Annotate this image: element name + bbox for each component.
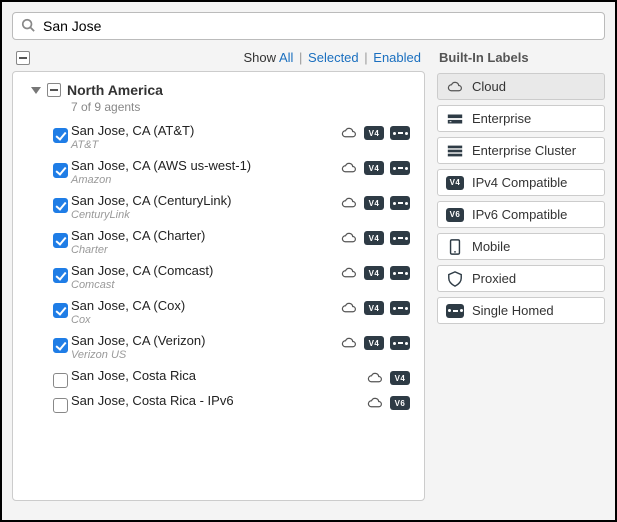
ipv6-icon: V6 [390, 396, 410, 410]
label-text: Enterprise Cluster [472, 143, 576, 158]
agent-icons: V4 [366, 370, 410, 386]
single-homed-icon [390, 336, 410, 350]
list-toolbar: Show All | Selected | Enabled [12, 50, 425, 65]
agent-row[interactable]: San Jose, CA (CenturyLink)CenturyLinkV4 [21, 188, 416, 223]
label-chip-cloud[interactable]: Cloud [437, 73, 605, 100]
single-homed-icon [390, 266, 410, 280]
ipv4-icon: V4 [390, 371, 410, 385]
single-homed-icon [390, 161, 410, 175]
agent-checkbox[interactable] [53, 128, 68, 143]
cloud-icon [340, 230, 358, 246]
agent-checkbox[interactable] [53, 163, 68, 178]
label-chip-cluster[interactable]: Enterprise Cluster [437, 137, 605, 164]
show-label: Show [244, 50, 277, 65]
agent-row[interactable]: San Jose, CA (AT&T)AT&TV4 [21, 118, 416, 153]
cloud-icon [340, 300, 358, 316]
label-text: IPv4 Compatible [472, 175, 567, 190]
agent-name: San Jose, Costa Rica [71, 368, 412, 383]
agent-icons: V6 [366, 395, 410, 411]
agent-row[interactable]: San Jose, Costa Rica - IPv6V6 [21, 388, 416, 413]
sh-icon [446, 304, 464, 318]
search-icon [21, 18, 41, 35]
collapse-all-button[interactable] [16, 51, 30, 65]
agent-row[interactable]: San Jose, CA (Cox)CoxV4 [21, 293, 416, 328]
search-bar[interactable] [12, 12, 605, 40]
label-text: Single Homed [472, 303, 554, 318]
v4-icon: V4 [446, 176, 464, 190]
label-text: Cloud [472, 79, 506, 94]
agent-checkbox[interactable] [53, 373, 68, 388]
agent-list: San Jose, CA (AT&T)AT&TV4San Jose, CA (A… [21, 118, 416, 413]
caret-down-icon[interactable] [31, 87, 41, 94]
label-text: Proxied [472, 271, 516, 286]
label-chip-v4[interactable]: V4 IPv4 Compatible [437, 169, 605, 196]
agent-checkbox[interactable] [53, 398, 68, 413]
single-homed-icon [390, 126, 410, 140]
group-title: North America [67, 82, 163, 98]
show-filters: Show All | Selected | Enabled [244, 50, 421, 65]
label-chip-sh[interactable]: Single Homed [437, 297, 605, 324]
agent-icons: V4 [340, 160, 410, 176]
ipv4-icon: V4 [364, 301, 384, 315]
agent-icons: V4 [340, 230, 410, 246]
ipv4-icon: V4 [364, 196, 384, 210]
agent-row[interactable]: San Jose, CA (AWS us-west-1)AmazonV4 [21, 153, 416, 188]
agent-icons: V4 [340, 195, 410, 211]
label-text: Enterprise [472, 111, 531, 126]
cluster-icon [446, 144, 464, 158]
cloud-icon [340, 195, 358, 211]
v6-icon: V6 [446, 208, 464, 222]
single-homed-icon [390, 231, 410, 245]
label-chip-v6[interactable]: V6 IPv6 Compatible [437, 201, 605, 228]
label-chip-enterprise[interactable]: Enterprise [437, 105, 605, 132]
group-collapse-button[interactable] [47, 83, 61, 97]
filter-selected-link[interactable]: Selected [308, 50, 359, 65]
mobile-icon [446, 239, 464, 255]
label-text: IPv6 Compatible [472, 207, 567, 222]
agent-checkbox[interactable] [53, 268, 68, 283]
cloud-icon [366, 395, 384, 411]
cloud-icon [366, 370, 384, 386]
search-input[interactable] [41, 17, 596, 35]
label-chip-mobile[interactable]: Mobile [437, 233, 605, 260]
agent-row[interactable]: San Jose, CA (Verizon)Verizon USV4 [21, 328, 416, 363]
ipv4-icon: V4 [364, 336, 384, 350]
label-text: Mobile [472, 239, 510, 254]
agent-checkbox[interactable] [53, 338, 68, 353]
cloud-icon [340, 265, 358, 281]
group-subtitle: 7 of 9 agents [71, 100, 416, 114]
agent-checkbox[interactable] [53, 233, 68, 248]
agent-name: San Jose, Costa Rica - IPv6 [71, 393, 412, 408]
agent-icons: V4 [340, 125, 410, 141]
proxied-icon [446, 271, 464, 287]
cloud-icon [340, 125, 358, 141]
ipv4-icon: V4 [364, 126, 384, 140]
agent-checkbox[interactable] [53, 198, 68, 213]
agent-row[interactable]: San Jose, Costa RicaV4 [21, 363, 416, 388]
group-header[interactable]: North America [21, 80, 416, 98]
cloud-icon [340, 335, 358, 351]
agent-icons: V4 [340, 265, 410, 281]
labels-title: Built-In Labels [439, 50, 605, 65]
agent-list-panel: North America 7 of 9 agents San Jose, CA… [12, 71, 425, 501]
filter-enabled-link[interactable]: Enabled [373, 50, 421, 65]
labels-panel: Built-In Labels Cloud Enterprise Enterpris… [437, 50, 605, 329]
cloud-icon [446, 80, 464, 94]
label-chip-proxied[interactable]: Proxied [437, 265, 605, 292]
single-homed-icon [390, 196, 410, 210]
ipv4-icon: V4 [364, 161, 384, 175]
agent-checkbox[interactable] [53, 303, 68, 318]
ipv4-icon: V4 [364, 266, 384, 280]
enterprise-icon [446, 112, 464, 126]
ipv4-icon: V4 [364, 231, 384, 245]
cloud-icon [340, 160, 358, 176]
agent-row[interactable]: San Jose, CA (Charter)CharterV4 [21, 223, 416, 258]
agent-icons: V4 [340, 335, 410, 351]
agent-row[interactable]: San Jose, CA (Comcast)ComcastV4 [21, 258, 416, 293]
single-homed-icon [390, 301, 410, 315]
agent-icons: V4 [340, 300, 410, 316]
filter-all-link[interactable]: All [279, 50, 293, 65]
